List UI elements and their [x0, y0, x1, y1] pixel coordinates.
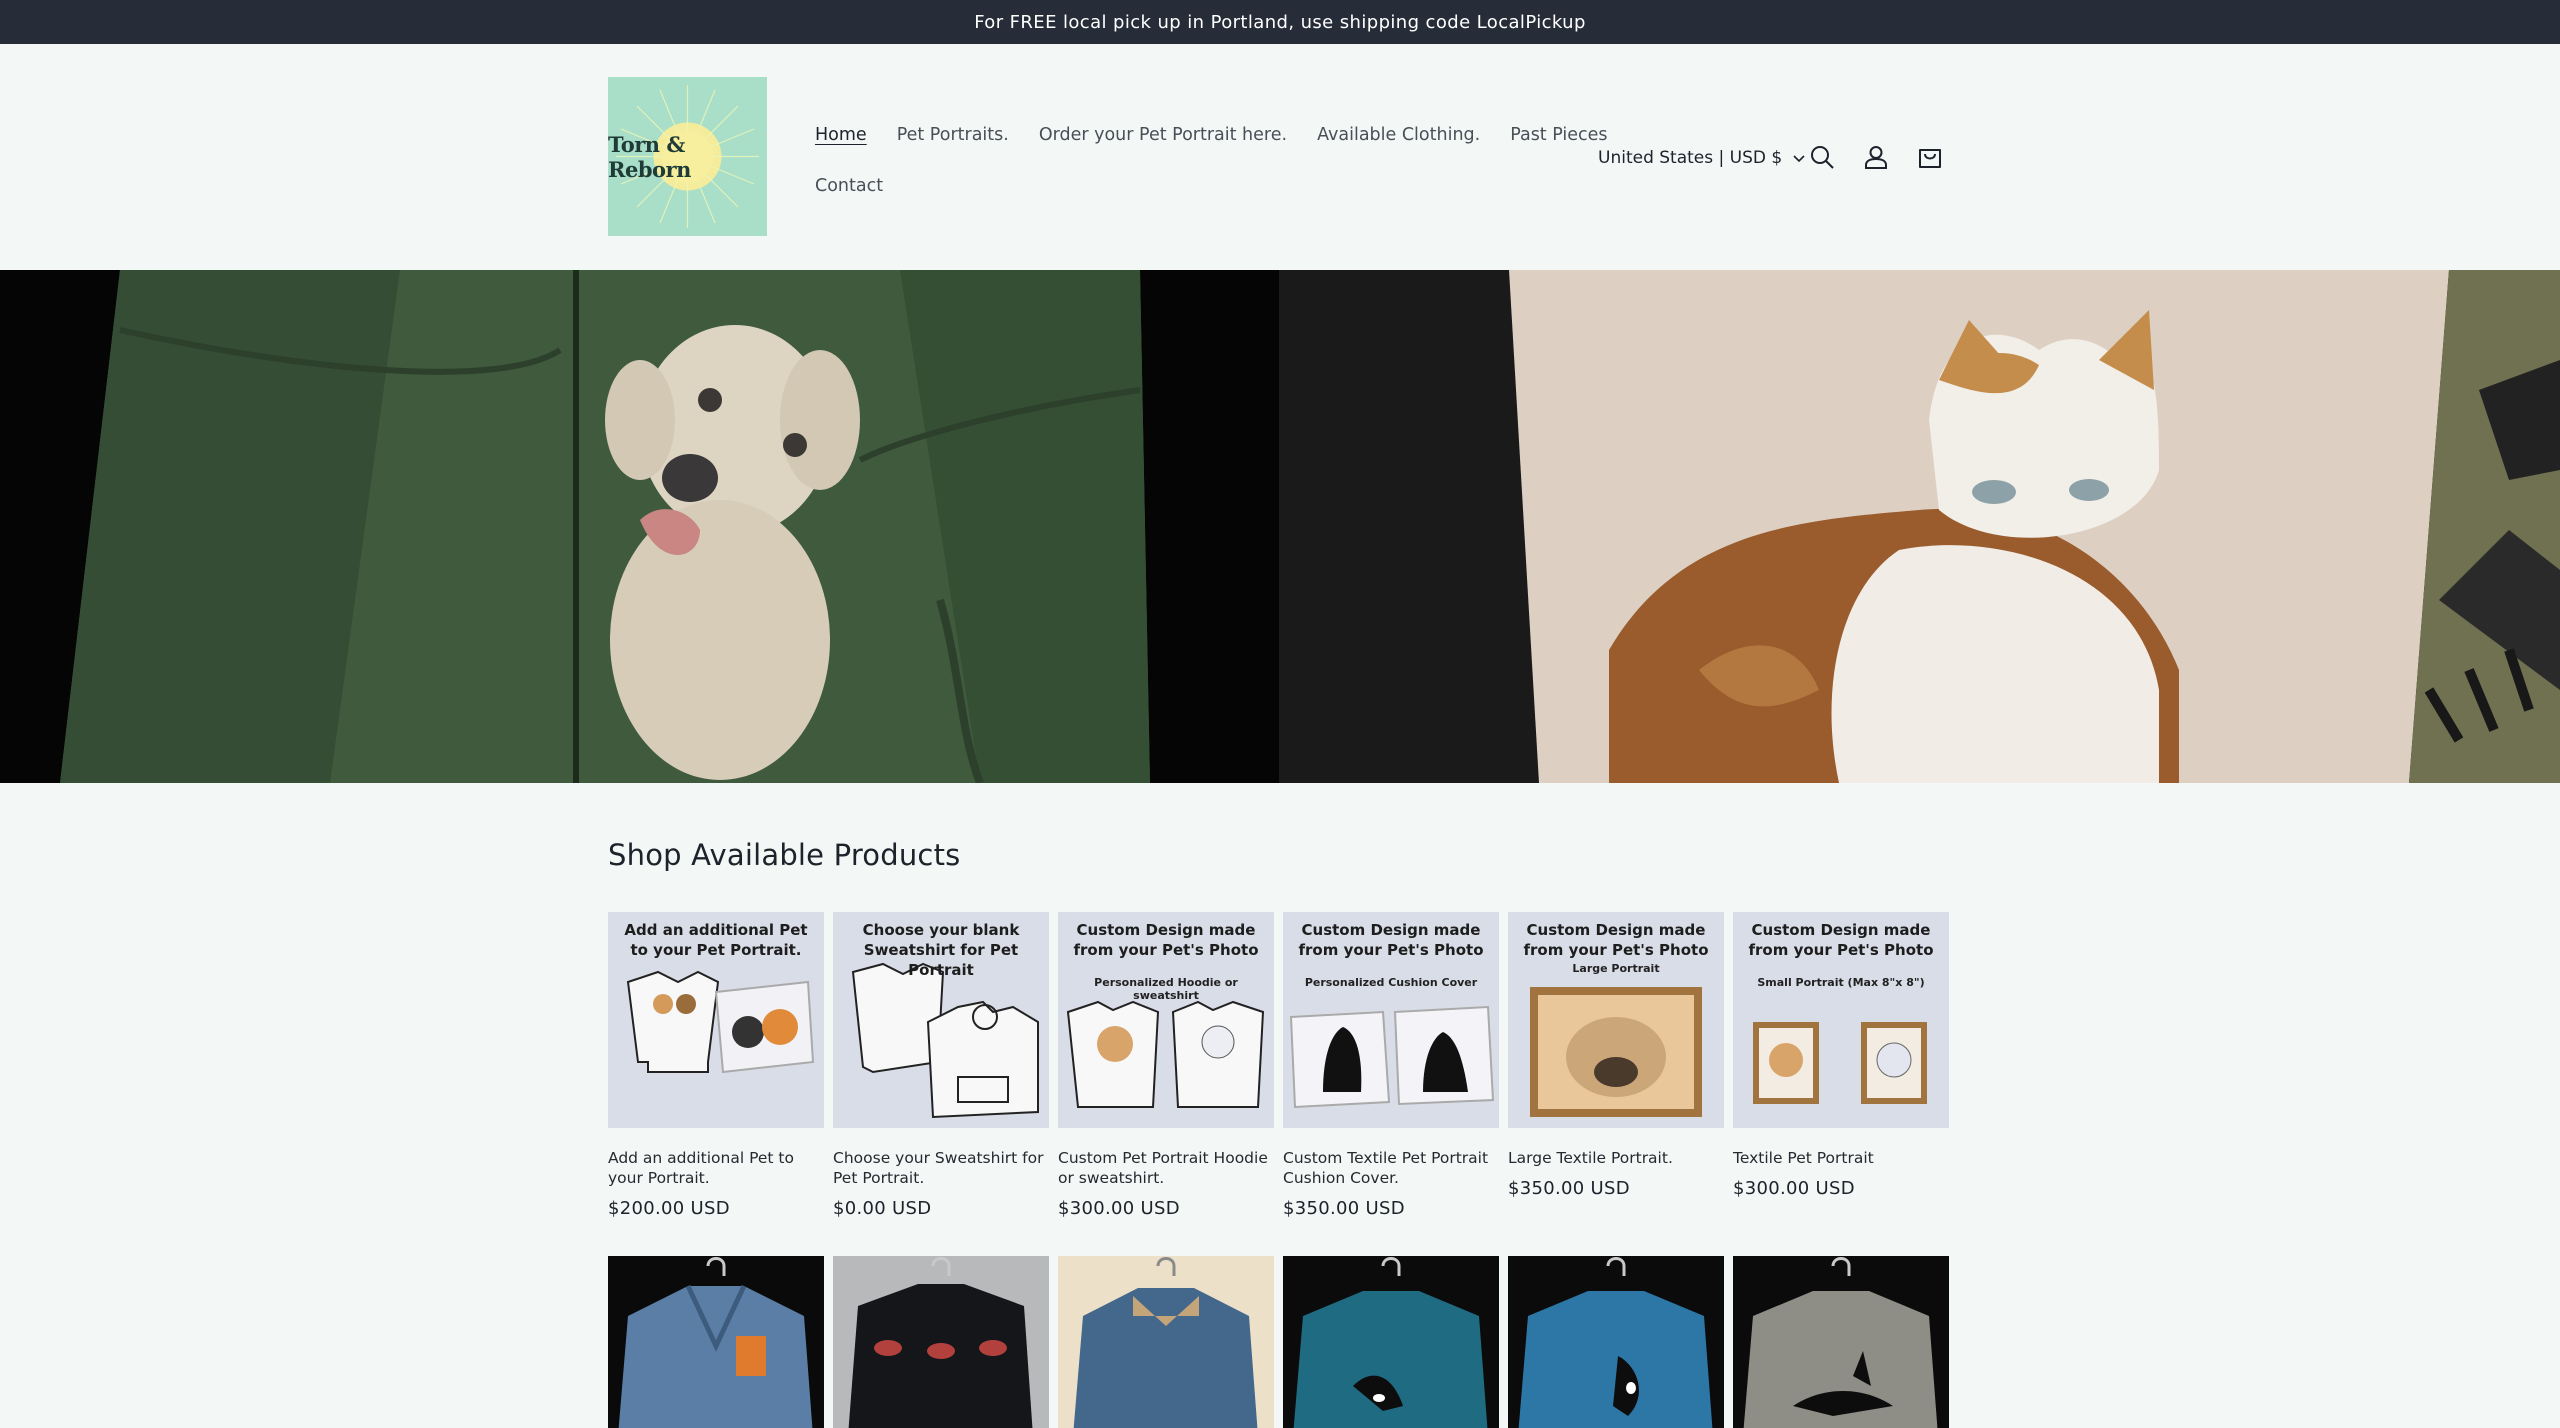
- hero-image-dog-hoodie: [0, 270, 1279, 783]
- nav-link-order-your-pet-portrait-here[interactable]: Order your Pet Portrait here.: [1039, 125, 1287, 145]
- nav-link-past-pieces[interactable]: Past Pieces: [1510, 125, 1607, 145]
- product-price: $300.00 USD: [1058, 1198, 1180, 1219]
- announcement-bar: For FREE local pick up in Portland, use …: [0, 0, 2560, 44]
- nav-row-2: Contact: [815, 167, 1575, 205]
- section-title: Shop Available Products: [608, 838, 961, 872]
- product-image-denim-jacket[interactable]: [608, 1256, 824, 1428]
- product-price: $300.00 USD: [1733, 1178, 1855, 1199]
- product-card[interactable]: Custom Design made from your Pet's Photo…: [1508, 912, 1724, 1199]
- nav-link-home[interactable]: Home: [815, 125, 867, 145]
- nav-link-pet-portraits[interactable]: Pet Portraits.: [897, 125, 1009, 145]
- logo-text: Torn & Reborn: [608, 131, 691, 182]
- hero-banner: [0, 270, 2560, 783]
- product-image[interactable]: Custom Design made from your Pet's Photo…: [1058, 912, 1274, 1128]
- product-image[interactable]: Custom Design made from your Pet's Photo…: [1733, 912, 1949, 1128]
- nav-link-contact[interactable]: Contact: [815, 176, 883, 196]
- product-card[interactable]: Custom Design made from your Pet's Photo…: [1058, 912, 1274, 1219]
- product-title[interactable]: Custom Pet Portrait Hoodie or sweatshirt…: [1058, 1148, 1274, 1188]
- product-image-denim-jacket-collar[interactable]: [1058, 1256, 1274, 1428]
- chevron-down-icon: [1793, 155, 1805, 163]
- cart-icon[interactable]: [1914, 141, 1946, 173]
- product-image-teal-sweater-orca[interactable]: [1283, 1256, 1499, 1428]
- product-image[interactable]: Choose your blank Sweatshirt for Pet Por…: [833, 912, 1049, 1128]
- product-card[interactable]: Custom Design made from your Pet's Photo…: [1733, 912, 1949, 1199]
- product-card[interactable]: Custom Design made from your Pet's Photo…: [1283, 912, 1499, 1219]
- main-nav: Home Pet Portraits. Order your Pet Portrai…: [815, 116, 1608, 205]
- nav-row-1: Home Pet Portraits. Order your Pet Portrai…: [815, 116, 1608, 154]
- search-icon[interactable]: [1806, 141, 1838, 173]
- product-image-heading: Custom Design made from your Pet's Photo: [1748, 921, 1934, 959]
- country-selector-label: United States | USD $: [1598, 148, 1783, 168]
- product-image-heading: Add an additional Pet to your Pet Portra…: [624, 921, 808, 959]
- product-image-subheading: Large Portrait: [1572, 962, 1660, 975]
- product-image-heading: Custom Design made from your Pet's Photo: [1073, 921, 1259, 959]
- product-title[interactable]: Large Textile Portrait.: [1508, 1148, 1724, 1168]
- nav-link-available-clothing[interactable]: Available Clothing.: [1317, 125, 1480, 145]
- product-image[interactable]: Add an additional Pet to your Pet Portra…: [608, 912, 824, 1128]
- product-price: $0.00 USD: [833, 1198, 932, 1219]
- product-image-heading: Custom Design made from your Pet's Photo: [1523, 921, 1709, 959]
- product-image[interactable]: Custom Design made from your Pet's Photo…: [1283, 912, 1499, 1128]
- product-image-subheading: Small Portrait (Max 8"x 8"): [1757, 976, 1925, 989]
- product-image-subheading: Personalized Cushion Cover: [1304, 976, 1478, 989]
- product-image-black-sweater-eyes[interactable]: [833, 1256, 1049, 1428]
- product-image-subheading: Personalized Hoodie or sweatshirt: [1094, 976, 1238, 1002]
- account-icon[interactable]: [1860, 141, 1892, 173]
- product-price: $200.00 USD: [608, 1198, 730, 1219]
- product-card[interactable]: Add an additional Pet to your Pet Portra…: [608, 912, 824, 1219]
- site-header: Torn & Reborn Home Pet Portraits. Order yo…: [0, 44, 2560, 270]
- logo[interactable]: Torn & Reborn: [608, 77, 767, 236]
- product-image-blue-sweater-orca[interactable]: [1508, 1256, 1724, 1428]
- product-title[interactable]: Textile Pet Portrait: [1733, 1148, 1949, 1168]
- product-price: $350.00 USD: [1283, 1198, 1405, 1219]
- hero-image-cat-cushion: [1279, 270, 2560, 783]
- product-image[interactable]: Custom Design made from your Pet's Photo…: [1508, 912, 1724, 1128]
- product-image-grey-sweater-orca[interactable]: [1733, 1256, 1949, 1428]
- product-title[interactable]: Custom Textile Pet Portrait Cushion Cove…: [1283, 1148, 1499, 1188]
- country-selector[interactable]: United States | USD $: [1598, 144, 1806, 172]
- product-image-heading: Custom Design made from your Pet's Photo: [1298, 921, 1484, 959]
- announcement-text: For FREE local pick up in Portland, use …: [974, 11, 1586, 33]
- product-title[interactable]: Add an additional Pet to your Portrait.: [608, 1148, 824, 1188]
- product-image-heading: Choose your blank Sweatshirt for Pet Por…: [862, 921, 1020, 979]
- product-price: $350.00 USD: [1508, 1178, 1630, 1199]
- product-title[interactable]: Choose your Sweatshirt for Pet Portrait.: [833, 1148, 1049, 1188]
- product-card[interactable]: Choose your blank Sweatshirt for Pet Por…: [833, 912, 1049, 1219]
